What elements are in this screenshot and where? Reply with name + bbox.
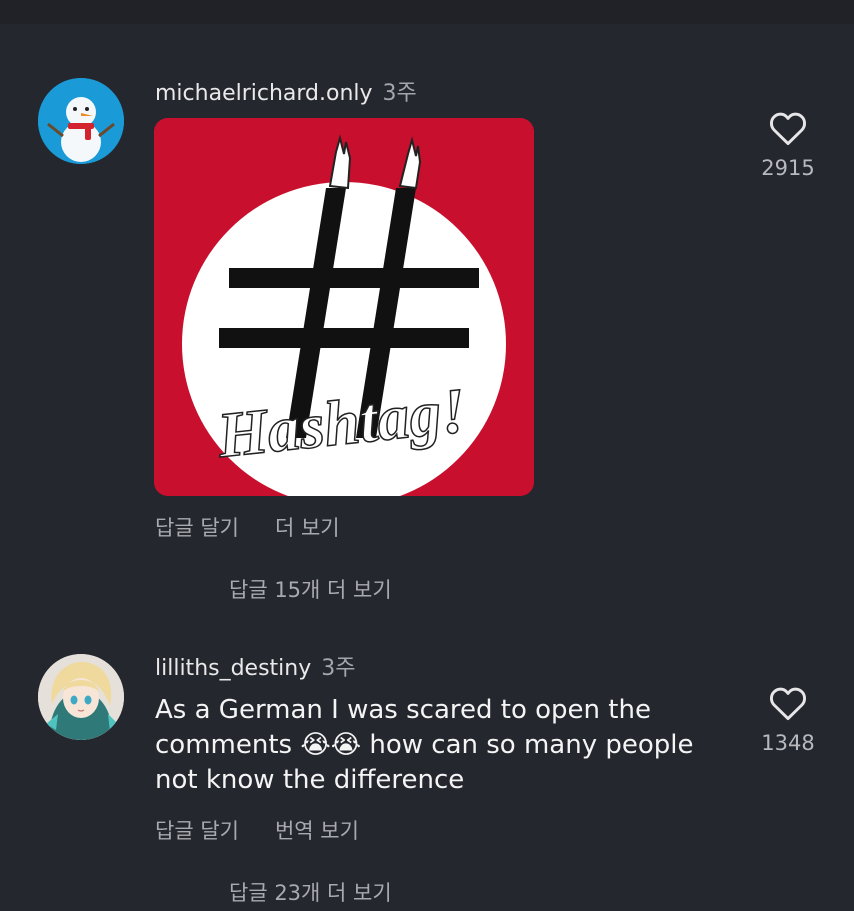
like-button[interactable]: 2915 — [748, 110, 828, 180]
comment-age: 3주 — [382, 81, 417, 106]
hashtag-poster-image: Hashtag! — [154, 118, 534, 496]
view-replies-button[interactable]: 답글 15개 더 보기 — [229, 574, 392, 604]
user-avatar[interactable] — [38, 654, 124, 740]
snowman-avatar-icon — [38, 78, 124, 164]
heart-outline-icon — [769, 112, 807, 146]
reply-button[interactable]: 답글 달기 — [155, 815, 239, 845]
comment-actions: 답글 달기 더 보기 — [155, 512, 340, 542]
heart-outline-icon — [769, 687, 807, 721]
like-count: 1348 — [761, 731, 815, 755]
view-replies-button[interactable]: 답글 23개 더 보기 — [229, 877, 392, 907]
comment-actions: 답글 달기 번역 보기 — [155, 815, 359, 845]
more-button[interactable]: 더 보기 — [275, 512, 340, 542]
like-count: 2915 — [761, 156, 815, 180]
anime-girl-avatar-icon — [38, 654, 124, 740]
comment-header: michaelrichard.only 3주 — [155, 75, 417, 107]
top-strip — [0, 0, 854, 24]
user-avatar[interactable] — [38, 78, 124, 164]
comment-age: 3주 — [321, 656, 356, 681]
username[interactable]: michaelrichard.only — [155, 81, 373, 106]
comment-header: lilliths_destiny 3주 — [155, 650, 356, 682]
reply-button[interactable]: 답글 달기 — [155, 512, 239, 542]
comment-image[interactable]: Hashtag! — [154, 118, 534, 496]
username[interactable]: lilliths_destiny — [155, 656, 311, 681]
translate-button[interactable]: 번역 보기 — [275, 815, 359, 845]
comment-text: As a German I was scared to open the com… — [155, 695, 694, 795]
like-button[interactable]: 1348 — [748, 685, 828, 755]
